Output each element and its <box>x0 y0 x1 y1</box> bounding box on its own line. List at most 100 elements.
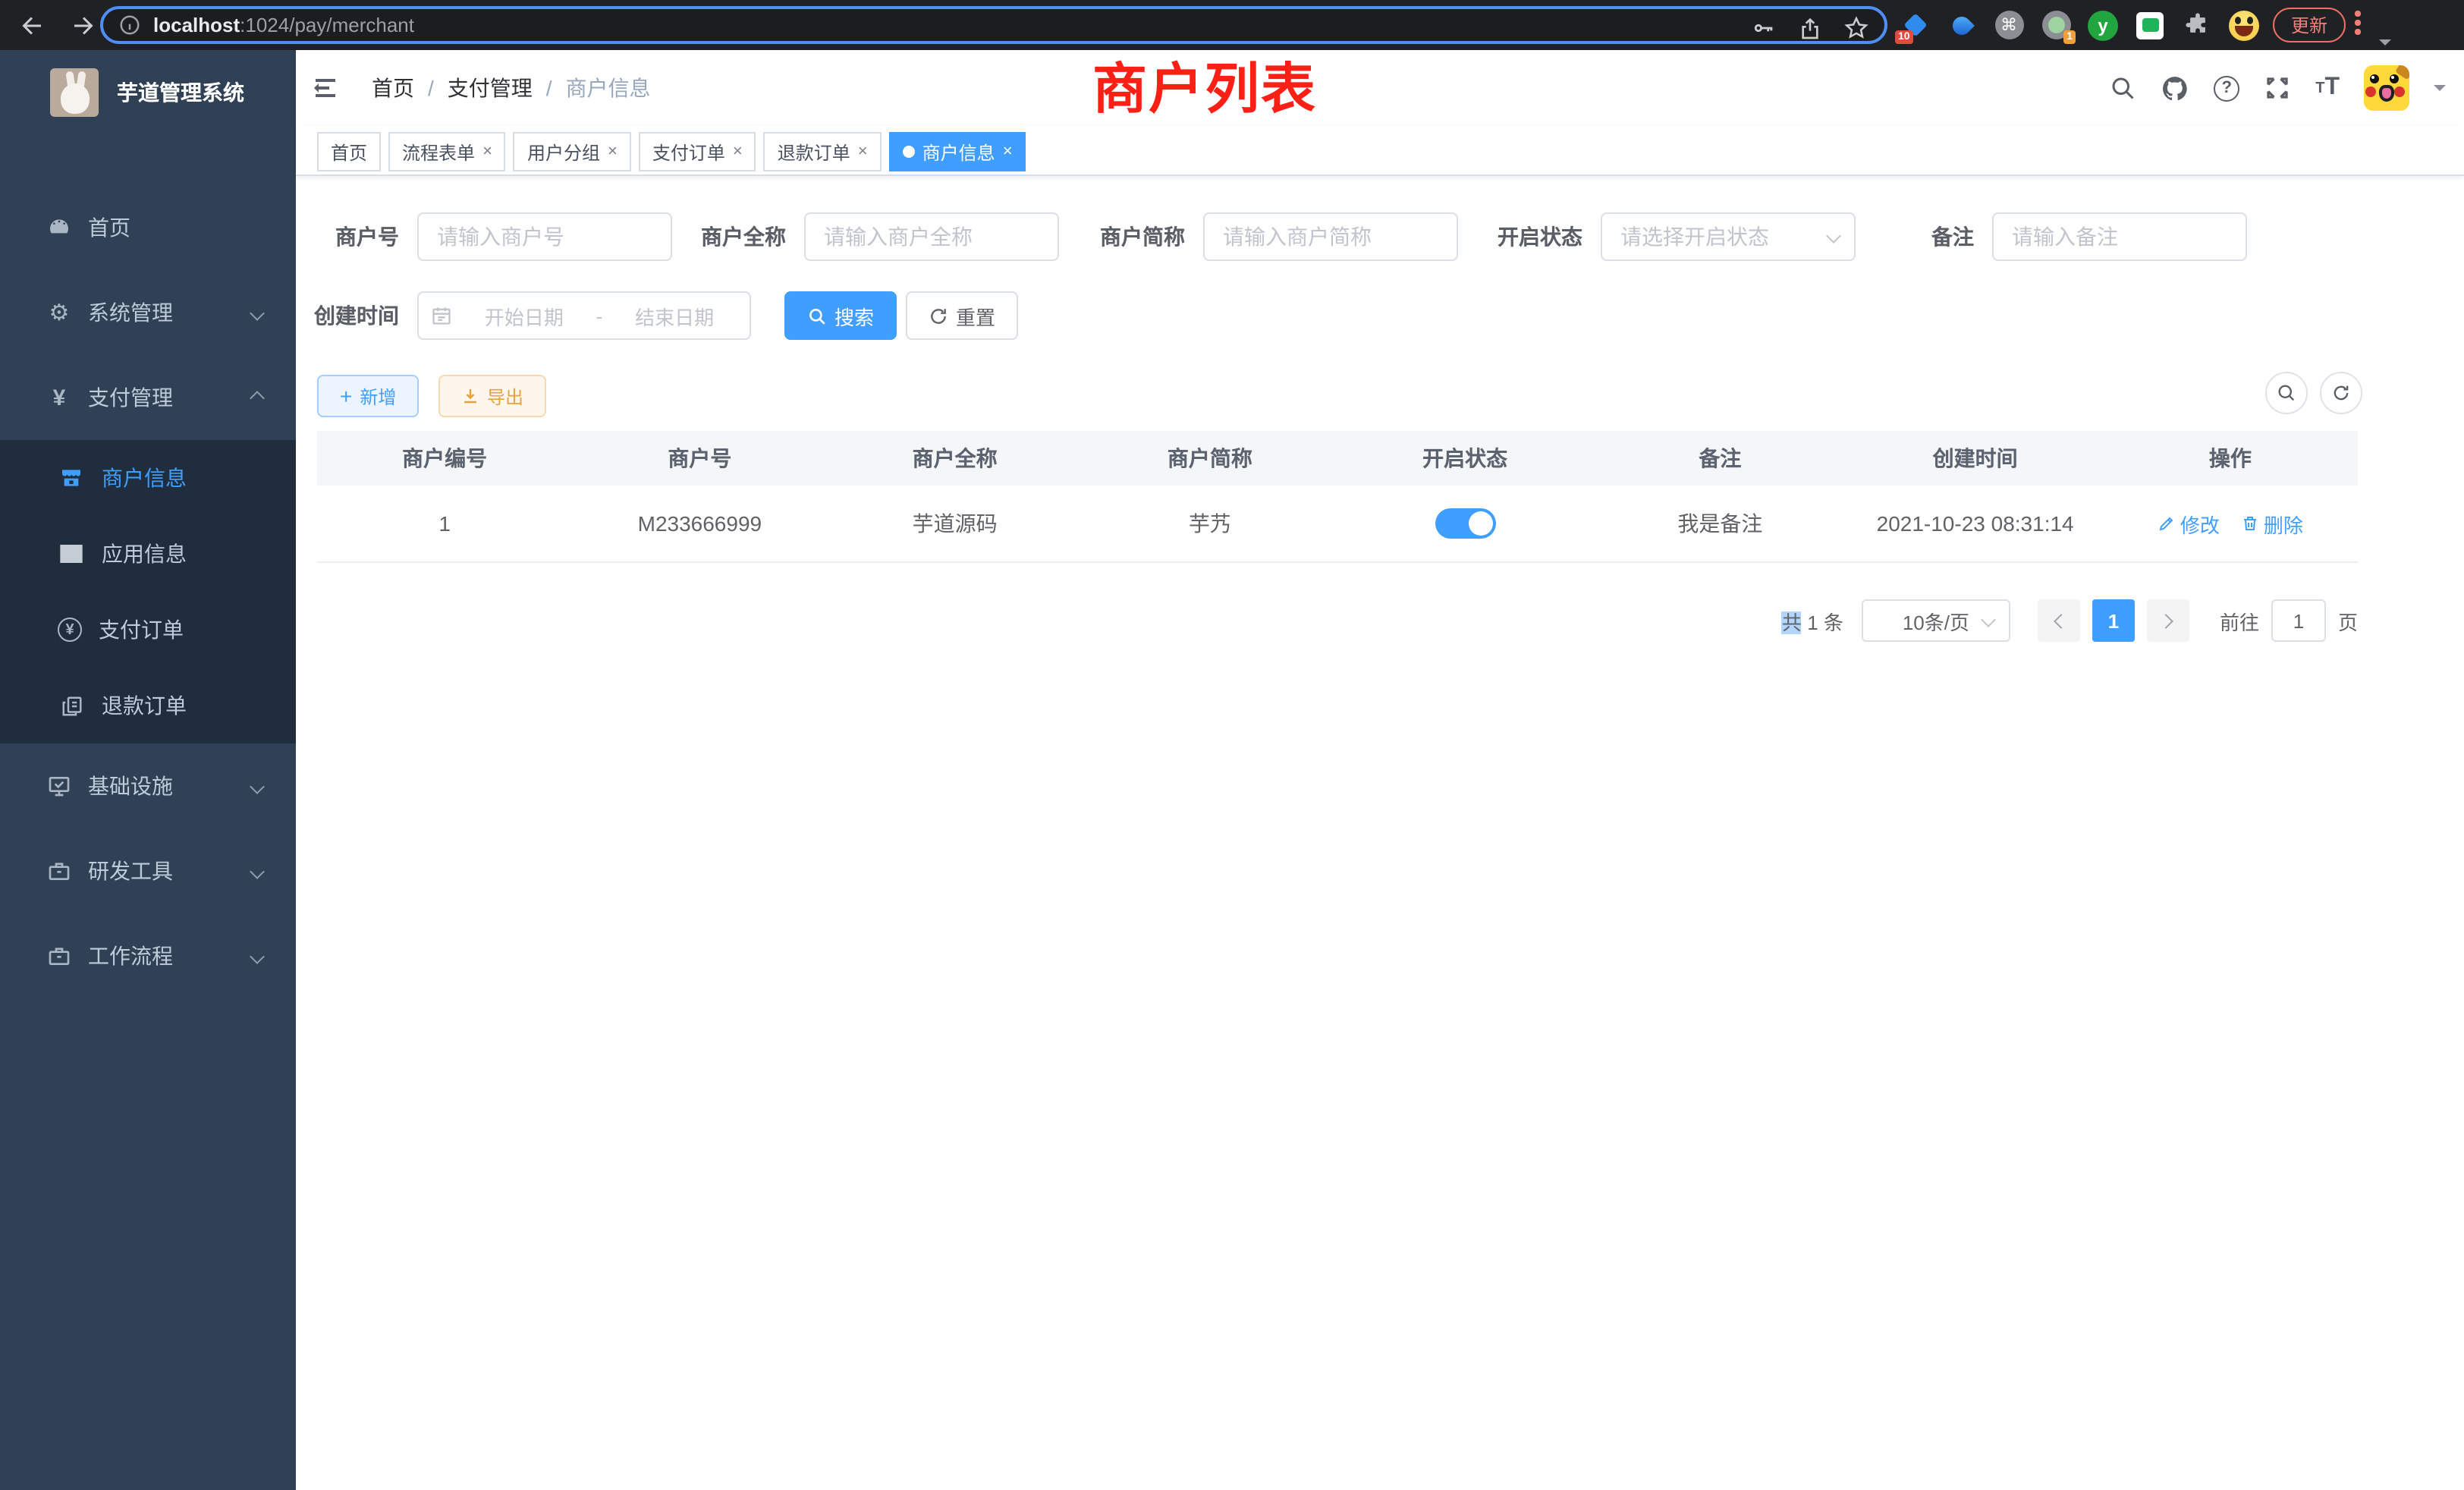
sidebar-item-pay-order[interactable]: ¥ 支付订单 <box>0 592 296 668</box>
browser-menu-icon[interactable] <box>2355 11 2361 34</box>
cell-merchant-no: M233666999 <box>572 511 827 536</box>
hamburger-icon <box>311 79 335 97</box>
search-button[interactable]: 搜索 <box>784 291 897 340</box>
puzzle-extensions-icon[interactable] <box>2182 10 2212 40</box>
briefcase-icon <box>46 944 73 968</box>
sidebar-item-refund-order[interactable]: 退款订单 <box>0 668 296 743</box>
back-icon[interactable] <box>12 5 52 45</box>
sidebar-item-home[interactable]: 首页 <box>0 185 296 270</box>
grid-icon <box>58 543 85 564</box>
sidebar-item-label: 应用信息 <box>102 539 187 569</box>
chevron-up-icon <box>250 390 265 405</box>
close-icon[interactable]: × <box>1003 143 1013 161</box>
chevron-down-icon <box>1826 228 1841 244</box>
edit-pencil-icon <box>2158 514 2176 533</box>
dashboard-icon <box>46 215 73 240</box>
cell-status <box>1337 508 1592 539</box>
field-create-time: 创建时间 开始日期 - 结束日期 <box>300 291 751 340</box>
share-icon[interactable] <box>1798 16 1822 40</box>
sidebar-item-label: 系统管理 <box>88 297 173 328</box>
password-key-icon[interactable] <box>1751 15 1777 41</box>
sidebar-item-label: 支付管理 <box>88 382 173 413</box>
gear-icon: ⚙ <box>46 299 73 326</box>
browser-toolbar: localhost :1024/pay/merchant 10 ⌘ 1 y 更新 <box>0 0 2464 50</box>
page-1-button[interactable]: 1 <box>2092 599 2135 642</box>
chevron-down-icon <box>250 863 265 879</box>
browser-profile-avatar[interactable] <box>2229 10 2259 40</box>
sidebar-item-merchant-info[interactable]: 商户信息 <box>0 440 296 516</box>
sidebar-item-system[interactable]: ⚙ 系统管理 <box>0 270 296 355</box>
breadcrumb-current: 商户信息 <box>566 73 651 103</box>
reset-button[interactable]: 重置 <box>906 291 1018 340</box>
chat-extension-icon[interactable] <box>2135 10 2165 40</box>
forward-icon[interactable] <box>64 5 103 45</box>
fullscreen-icon[interactable] <box>2264 74 2291 102</box>
sidebar-item-app-info[interactable]: 应用信息 <box>0 516 296 592</box>
command-extension-icon[interactable]: ⌘ <box>1994 10 2024 40</box>
pay-submenu: 商户信息 应用信息 ¥ 支付订单 <box>0 440 296 743</box>
url-bar[interactable]: localhost :1024/pay/merchant <box>100 6 1887 44</box>
goto-page-input[interactable]: 1 <box>2271 599 2326 642</box>
sider-extension-icon[interactable]: 10 <box>1900 10 1930 40</box>
merchant-shortname-input[interactable] <box>1203 212 1458 261</box>
extension-icons: 10 ⌘ 1 y <box>1900 0 2259 50</box>
prev-page-button[interactable] <box>2038 599 2080 642</box>
export-button[interactable]: 导出 <box>438 375 546 417</box>
sidebar-item-pay[interactable]: ¥ 支付管理 <box>0 355 296 440</box>
bookmark-star-icon[interactable] <box>1843 15 1869 41</box>
close-icon[interactable]: × <box>858 143 868 161</box>
sidebar-item-infra[interactable]: 基础设施 <box>0 743 296 828</box>
status-toggle[interactable] <box>1435 508 1495 539</box>
merchant-fullname-input[interactable] <box>804 212 1059 261</box>
status-select[interactable]: 请选择开启状态 <box>1601 212 1856 261</box>
tab-home[interactable]: 首页 <box>317 132 381 171</box>
table-row: 1 M233666999 芋道源码 芋艿 我是备注 2021-10-23 08:… <box>317 486 2358 561</box>
plus-icon: + <box>340 384 352 408</box>
cell-created: 2021-10-23 08:31:14 <box>1848 511 2103 536</box>
font-size-icon[interactable]: TT <box>2315 74 2340 102</box>
remark-input[interactable] <box>1992 212 2247 261</box>
date-range-picker[interactable]: 开始日期 - 结束日期 <box>417 291 751 340</box>
delete-link[interactable]: 删除 <box>2241 509 2303 538</box>
show-search-toggle-button[interactable] <box>2265 372 2308 414</box>
browser-update-button[interactable]: 更新 <box>2273 8 2346 42</box>
pagination-total: 共 1 条 <box>1782 606 1843 635</box>
toolbox-icon <box>46 859 73 883</box>
page-size-select[interactable]: 10条/页 <box>1862 599 2010 642</box>
yen-icon: ¥ <box>46 385 73 410</box>
tab-pay-order[interactable]: 支付订单× <box>639 132 756 171</box>
download-icon <box>461 387 479 405</box>
user-avatar[interactable] <box>2364 65 2409 111</box>
tab-refund-order[interactable]: 退款订单× <box>764 132 882 171</box>
header-search-icon[interactable] <box>2109 74 2136 102</box>
app-logo-row[interactable]: 芋道管理系统 <box>0 50 296 135</box>
kite-extension-icon[interactable] <box>1947 10 1977 40</box>
close-icon[interactable]: × <box>482 143 492 161</box>
refresh-table-button[interactable] <box>2320 372 2362 414</box>
sidebar-collapse-button[interactable] <box>296 50 350 126</box>
trash-icon <box>2241 514 2259 533</box>
close-icon[interactable]: × <box>608 143 618 161</box>
sidebar-item-workflow[interactable]: 工作流程 <box>0 913 296 998</box>
y-extension-icon[interactable]: y <box>2088 10 2118 40</box>
recorder-extension-icon[interactable]: 1 <box>2041 10 2071 40</box>
next-page-button[interactable] <box>2147 599 2189 642</box>
avatar-caret-icon[interactable] <box>2434 85 2446 97</box>
edit-link[interactable]: 修改 <box>2158 509 2220 538</box>
refresh-icon <box>2330 382 2352 404</box>
breadcrumb-pay[interactable]: 支付管理 <box>448 73 533 103</box>
help-icon[interactable]: ? <box>2214 75 2239 101</box>
sidebar-item-devtools[interactable]: 研发工具 <box>0 828 296 913</box>
info-icon[interactable] <box>118 14 141 36</box>
sidebar-item-label: 商户信息 <box>102 463 187 493</box>
breadcrumb-home[interactable]: 首页 <box>372 73 414 103</box>
tab-merchant-info[interactable]: 商户信息× <box>889 132 1026 171</box>
merchant-no-input[interactable] <box>417 212 672 261</box>
close-icon[interactable]: × <box>733 143 743 161</box>
pagination: 共 1 条 10条/页 1 前往 1 页 <box>1782 596 2358 645</box>
tab-process-form[interactable]: 流程表单× <box>388 132 506 171</box>
add-button[interactable]: + 新增 <box>317 375 419 417</box>
github-icon[interactable] <box>2161 74 2189 102</box>
annotation-title: 商户列表 <box>1092 46 1317 124</box>
tab-user-group[interactable]: 用户分组× <box>514 132 631 171</box>
